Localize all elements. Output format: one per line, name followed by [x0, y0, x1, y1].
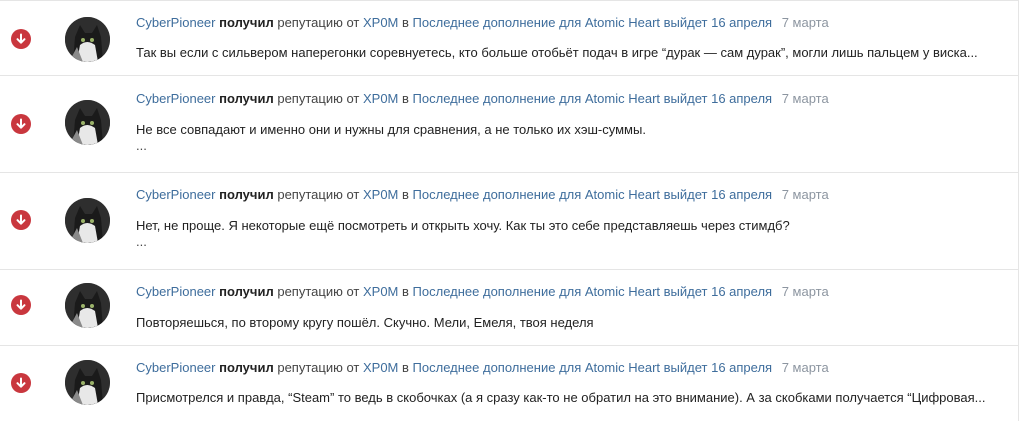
- from-user-link[interactable]: XP0M: [363, 284, 398, 299]
- rep-text: репутацию от: [277, 284, 360, 299]
- list-item: CyberPioneer получил репутацию от XP0M в…: [0, 0, 1019, 76]
- date-label: 7 марта: [781, 187, 829, 202]
- from-user-link[interactable]: XP0M: [363, 15, 398, 30]
- topic-link[interactable]: Последнее дополнение для Atomic Heart вы…: [413, 91, 773, 106]
- action-label: получил: [219, 284, 274, 299]
- user-link[interactable]: CyberPioneer: [136, 360, 216, 375]
- post-snippet[interactable]: Не все совпадают и именно они и нужны дл…: [136, 120, 996, 152]
- action-label: получил: [219, 15, 274, 30]
- action-label: получил: [219, 360, 274, 375]
- in-text: в: [402, 360, 409, 375]
- reputation-feed: CyberPioneer получил репутацию от XP0M в…: [0, 0, 1021, 421]
- rep-text: репутацию от: [277, 360, 360, 375]
- reputation-down-icon: [11, 210, 31, 230]
- list-item: CyberPioneer получил репутацию от XP0M в…: [0, 346, 1019, 421]
- post-snippet[interactable]: Присмотрелся и правда, “Steam” то ведь в…: [136, 388, 996, 408]
- snippet-text: Присмотрелся и правда, “Steam” то ведь в…: [136, 390, 986, 405]
- more-ellipsis: ...: [136, 138, 147, 152]
- snippet-text: Нет, не проще. Я некоторые ещё посмотрет…: [136, 218, 790, 233]
- topic-link[interactable]: Последнее дополнение для Atomic Heart вы…: [413, 15, 773, 30]
- more-ellipsis: ...: [136, 234, 147, 248]
- reputation-down-icon: [11, 373, 31, 393]
- avatar[interactable]: [65, 17, 110, 62]
- user-link[interactable]: CyberPioneer: [136, 187, 216, 202]
- avatar[interactable]: [65, 100, 110, 145]
- in-text: в: [402, 15, 409, 30]
- snippet-text: Не все совпадают и именно они и нужны дл…: [136, 122, 646, 137]
- from-user-link[interactable]: XP0M: [363, 91, 398, 106]
- user-link[interactable]: CyberPioneer: [136, 91, 216, 106]
- post-snippet[interactable]: Нет, не проще. Я некоторые ещё посмотрет…: [136, 216, 996, 248]
- topic-link[interactable]: Последнее дополнение для Atomic Heart вы…: [413, 284, 773, 299]
- snippet-text: Так вы если с сильвером наперегонки соре…: [136, 45, 978, 60]
- list-item: CyberPioneer получил репутацию от XP0M в…: [0, 270, 1019, 346]
- user-link[interactable]: CyberPioneer: [136, 15, 216, 30]
- rep-text: репутацию от: [277, 187, 360, 202]
- from-user-link[interactable]: XP0M: [363, 187, 398, 202]
- in-text: в: [402, 187, 409, 202]
- date-label: 7 марта: [781, 360, 829, 375]
- in-text: в: [402, 91, 409, 106]
- reputation-down-icon: [11, 295, 31, 315]
- date-label: 7 марта: [781, 15, 829, 30]
- from-user-link[interactable]: XP0M: [363, 360, 398, 375]
- topic-link[interactable]: Последнее дополнение для Atomic Heart вы…: [413, 187, 773, 202]
- date-label: 7 марта: [781, 284, 829, 299]
- action-label: получил: [219, 187, 274, 202]
- user-link[interactable]: CyberPioneer: [136, 284, 216, 299]
- post-snippet[interactable]: Так вы если с сильвером наперегонки соре…: [136, 43, 996, 63]
- rep-text: репутацию от: [277, 91, 360, 106]
- in-text: в: [402, 284, 409, 299]
- rep-text: репутацию от: [277, 15, 360, 30]
- reputation-down-icon: [11, 29, 31, 49]
- avatar[interactable]: [65, 283, 110, 328]
- avatar[interactable]: [65, 360, 110, 405]
- list-item: CyberPioneer получил репутацию от XP0M в…: [0, 173, 1019, 270]
- reputation-down-icon: [11, 114, 31, 134]
- topic-link[interactable]: Последнее дополнение для Atomic Heart вы…: [413, 360, 773, 375]
- avatar[interactable]: [65, 198, 110, 243]
- snippet-text: Повторяешься, по второму кругу пошёл. Ск…: [136, 315, 594, 330]
- action-label: получил: [219, 91, 274, 106]
- list-item: CyberPioneer получил репутацию от XP0M в…: [0, 76, 1019, 173]
- date-label: 7 марта: [781, 91, 829, 106]
- post-snippet[interactable]: Повторяешься, по второму кругу пошёл. Ск…: [136, 313, 996, 333]
